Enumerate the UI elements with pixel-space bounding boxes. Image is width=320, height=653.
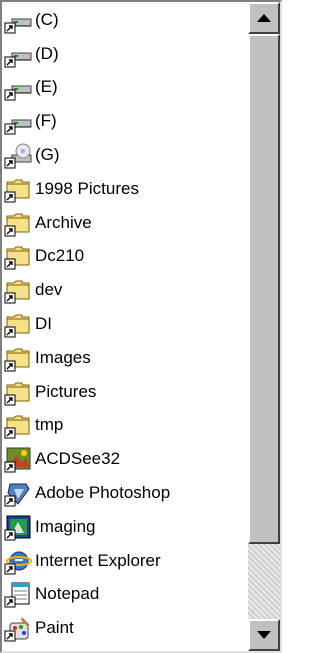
item-label: 1998 Pictures	[35, 178, 139, 198]
paint-icon	[4, 614, 32, 642]
network-drive-icon	[4, 73, 32, 101]
folder-shortcut-icon-glyph	[4, 348, 30, 372]
network-drive-icon	[4, 40, 32, 68]
network-drive-icon	[4, 6, 32, 34]
internet-explorer-icon-glyph	[4, 551, 32, 575]
paint-icon-glyph	[4, 617, 30, 642]
item-label: Adobe Photoshop	[35, 483, 171, 503]
scroll-down-button[interactable]	[248, 619, 280, 651]
list-item[interactable]: (C)	[4, 3, 250, 37]
network-drive-icon	[4, 107, 32, 135]
item-label: Archive	[35, 212, 92, 232]
cd-drive-icon	[4, 141, 32, 169]
list-item[interactable]: DI	[4, 307, 250, 341]
list-items: (C) (D) (E) (F) (G) 1998 Pictures Archiv…	[4, 3, 250, 645]
item-label: Pictures	[35, 381, 97, 401]
item-label: (F)	[35, 111, 57, 131]
cd-drive-icon-glyph	[4, 143, 32, 169]
acdsee-icon	[4, 445, 32, 473]
scroll-up-button[interactable]	[248, 2, 280, 34]
folder-shortcut-icon-glyph	[4, 246, 30, 270]
list-item[interactable]: dev	[4, 273, 250, 307]
network-drive-icon-glyph	[4, 52, 32, 68]
item-label: tmp	[35, 415, 64, 435]
folder-shortcut-icon-glyph	[4, 415, 30, 439]
list-item[interactable]: (G)	[4, 138, 250, 172]
list-item[interactable]: Internet Explorer	[4, 544, 250, 578]
imaging-icon	[4, 513, 32, 541]
list-item[interactable]: Imaging	[4, 510, 250, 544]
list-item[interactable]: Pictures	[4, 375, 250, 409]
scroll-up-arrow-icon	[257, 14, 271, 22]
network-drive-icon-glyph	[4, 18, 32, 34]
list-item[interactable]: 1998 Pictures	[4, 172, 250, 206]
folder-shortcut-icon-glyph	[4, 280, 30, 304]
list-item[interactable]: Paint	[4, 611, 250, 645]
item-label: DI	[35, 314, 52, 334]
item-label: ACDSee32	[35, 449, 121, 469]
notepad-icon	[4, 580, 32, 608]
folder-shortcut-icon	[4, 411, 32, 439]
network-drive-icon-glyph	[4, 85, 32, 101]
internet-explorer-icon	[4, 547, 32, 575]
item-label: Internet Explorer	[35, 550, 161, 570]
item-label: (E)	[35, 77, 58, 97]
folder-shortcut-icon	[4, 378, 32, 406]
list-item[interactable]: (F)	[4, 104, 250, 138]
list-item[interactable]: ACDSee32	[4, 442, 250, 476]
folder-shortcut-icon	[4, 242, 32, 270]
scroll-down-arrow-icon	[257, 631, 271, 639]
folder-shortcut-icon	[4, 344, 32, 372]
imaging-icon-glyph	[4, 515, 31, 541]
shortcut-list[interactable]: (C) (D) (E) (F) (G) 1998 Pictures Archiv…	[0, 0, 282, 653]
folder-shortcut-icon	[4, 175, 32, 203]
network-drive-icon-glyph	[4, 119, 32, 135]
item-label: Dc210	[35, 246, 85, 266]
item-label: (D)	[35, 43, 59, 63]
list-item[interactable]: Archive	[4, 206, 250, 240]
photoshop-icon-glyph	[4, 483, 30, 507]
notepad-icon-glyph	[4, 582, 30, 608]
item-label: Imaging	[35, 516, 96, 536]
folder-shortcut-icon-glyph	[4, 382, 30, 406]
photoshop-icon	[4, 479, 32, 507]
folder-shortcut-icon	[4, 209, 32, 237]
item-label: Notepad	[35, 584, 100, 604]
item-label: Paint	[35, 618, 74, 638]
scroll-thumb[interactable]	[248, 34, 280, 544]
folder-shortcut-icon-glyph	[4, 213, 30, 237]
list-item[interactable]: (D)	[4, 37, 250, 71]
item-label: dev	[35, 280, 63, 300]
list-item[interactable]: Adobe Photoshop	[4, 476, 250, 510]
list-item[interactable]: (E)	[4, 71, 250, 105]
folder-shortcut-icon-glyph	[4, 179, 30, 203]
list-item[interactable]: Images	[4, 341, 250, 375]
vertical-scrollbar[interactable]	[248, 2, 280, 651]
list-item[interactable]: Notepad	[4, 578, 250, 612]
list-item[interactable]: tmp	[4, 409, 250, 443]
folder-shortcut-icon-glyph	[4, 314, 30, 338]
folder-shortcut-icon	[4, 276, 32, 304]
item-label: Images	[35, 347, 91, 367]
item-label: (C)	[35, 9, 59, 29]
folder-shortcut-icon	[4, 310, 32, 338]
item-label: (G)	[35, 145, 60, 165]
list-item[interactable]: Dc210	[4, 240, 250, 274]
acdsee-icon-glyph	[4, 447, 31, 473]
